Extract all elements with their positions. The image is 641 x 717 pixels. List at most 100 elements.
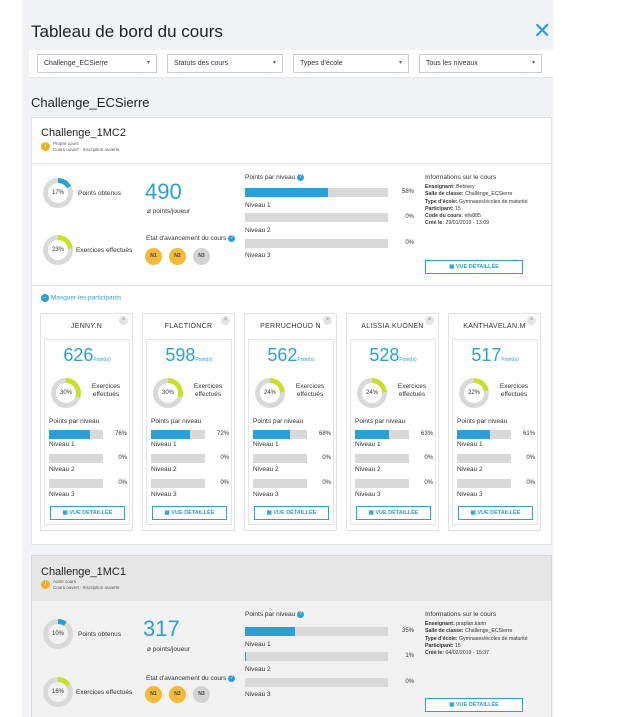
level-bar <box>151 454 205 463</box>
help-icon[interactable]: ? <box>297 174 305 181</box>
level-pct: 0% <box>526 480 535 486</box>
level-pct: 0% <box>405 679 414 685</box>
detail-view-label: VUE DÉTAILLÉE <box>69 510 113 516</box>
status-select[interactable]: Statuts des cours ▾ <box>167 54 283 73</box>
hide-participants-toggle[interactable]: − Masquer les participants <box>41 294 121 302</box>
remove-participant-icon[interactable]: × <box>323 316 332 325</box>
level-bar-fill <box>245 652 247 661</box>
levels-title: Points par niveau <box>49 418 100 425</box>
level-name: Niveau 1 <box>245 641 271 648</box>
level-pct: 0% <box>118 455 127 461</box>
participant-card: FLACTIONCR × 598Point(s) 30% Exercices effec… <box>142 313 235 531</box>
remove-participant-icon[interactable]: × <box>119 316 128 325</box>
participant-points: 517Point(s) <box>453 345 537 366</box>
participant-card: ALISSIA.KUONEN × 528Point(s) 24% Exercices e… <box>346 313 439 531</box>
course-title: Challenge_1MC1 <box>41 566 126 578</box>
minus-circle-icon: − <box>41 294 49 302</box>
level-pct: 1% <box>405 653 414 659</box>
level-pct: 0% <box>322 480 331 486</box>
divider <box>32 285 551 286</box>
info-value: 04/02/2019 - 15:37 <box>445 650 490 657</box>
level-bar <box>245 239 388 248</box>
close-icon[interactable]: ✕ <box>533 20 551 42</box>
avg-points-unit: ø points/joueur <box>147 208 190 215</box>
detail-view-button[interactable]: ▦ VUE DÉTAILLÉE <box>356 506 431 520</box>
exercises-pct: 23% <box>48 240 68 260</box>
detail-view-button[interactable]: ▦ VUE DÉTAILLÉE <box>50 506 125 520</box>
level-pct: 68% <box>318 431 331 437</box>
help-icon[interactable]: ? <box>228 235 236 242</box>
level-bar <box>355 454 409 463</box>
participant-stats: 517Point(s) 22% Exercices effectués Points … <box>452 339 538 525</box>
school-type-select[interactable]: Types d'école ▾ <box>293 54 409 73</box>
levels-title: Points par niveau <box>253 418 304 425</box>
level-name: Niveau 3 <box>253 491 279 498</box>
level-bar <box>151 479 205 488</box>
participant-points: 626Point(s) <box>45 345 129 366</box>
remove-participant-icon[interactable]: × <box>425 316 434 325</box>
level-name: Niveau 3 <box>245 691 271 698</box>
course-card: Challenge_1MC1 i Autre cours Cours ouver… <box>31 555 552 717</box>
info-row: Salle de classe: Challenge_ECSierre <box>425 191 528 198</box>
info-key: Enseignant: <box>425 621 455 627</box>
level-name: Niveau 1 <box>49 441 75 448</box>
info-key: Participant: <box>425 642 454 649</box>
levels-title-text: Points par niveau <box>245 611 296 619</box>
help-icon[interactable]: ? <box>297 611 305 618</box>
info-row: Type d'école: Gymnases/écoles de maturit… <box>425 199 528 206</box>
level-name: Niveau 2 <box>253 466 279 473</box>
level-name: Niveau 3 <box>457 491 483 498</box>
detail-view-button[interactable]: ▦ VUE DÉTAILLÉE <box>425 260 523 274</box>
list-icon: ▦ <box>449 702 455 708</box>
level-bar <box>245 652 388 661</box>
help-icon[interactable]: ? <box>228 675 236 682</box>
exercises-donut: 30% <box>51 378 81 408</box>
exercises-donut: 22% <box>459 378 489 408</box>
level-select[interactable]: Tous les niveaux ▾ <box>419 54 542 73</box>
info-icon: i <box>41 580 50 589</box>
points-pct: 10% <box>48 624 68 644</box>
level-bar <box>355 430 409 439</box>
participant-card: JENNY.N × 626Point(s) 30% Exercices effectué… <box>40 313 133 531</box>
exercises-pct: 24% <box>260 383 280 403</box>
level-circle-3: N3 <box>193 686 210 703</box>
remove-participant-icon[interactable]: × <box>221 316 230 325</box>
page-title: Tableau de bord du cours <box>31 22 223 41</box>
points-unit: Point(s) <box>297 357 315 363</box>
info-value: praplan.karin <box>456 621 487 627</box>
info-list: Enseignant: praplan.karin Salle de class… <box>425 621 528 657</box>
participant-card: KANTHAVELAN.M × 517Point(s) 22% Exercices ef… <box>448 313 541 531</box>
info-row: Enseignant: Bebisey <box>425 184 528 191</box>
participant-points: 562Point(s) <box>249 345 333 366</box>
participant-points: 598Point(s) <box>147 345 231 366</box>
participant-name: FLACTIONCR <box>164 323 213 330</box>
course-status: Cours ouvert - Inscription ouverte <box>53 147 120 152</box>
level-pct: 35% <box>401 628 414 634</box>
level-bar <box>245 188 388 197</box>
detail-view-button[interactable]: ▦ VUE DÉTAILLÉE <box>254 506 329 520</box>
avg-points: 490 <box>145 179 182 204</box>
info-row: Salle de classe: Challenge_ECSierre <box>425 628 528 635</box>
info-key: Créé le: <box>425 650 445 657</box>
level-name: Niveau 1 <box>355 441 381 448</box>
level-circle-3: N3 <box>193 248 210 265</box>
course-select[interactable]: Challenge_ECSierre ▾ <box>37 54 157 73</box>
detail-view-button[interactable]: ▦ VUE DÉTAILLÉE <box>425 698 523 712</box>
participant-name: ALISSIA.KUONEN <box>361 323 424 330</box>
course-title: Challenge_1MC2 <box>41 127 126 139</box>
points-value: 562 <box>267 345 298 365</box>
exercises-donut: 24% <box>255 378 285 408</box>
detail-view-button[interactable]: ▦ VUE DÉTAILLÉE <box>152 506 227 520</box>
level-pct: 63% <box>420 431 433 437</box>
info-row: Code du cours: ellv885 <box>425 213 528 220</box>
info-title: Informations sur le cours <box>425 174 497 181</box>
detail-view-button[interactable]: ▦ VUE DÉTAILLÉE <box>458 506 533 520</box>
list-icon: ▦ <box>449 264 455 270</box>
info-value: Challenge_ECSierre <box>465 191 513 198</box>
filter-bar: Challenge_ECSierre ▾ Statuts des cours ▾ T… <box>29 50 553 78</box>
exercises-donut: 16% <box>43 677 73 707</box>
school-type-select-value: Types d'école <box>300 60 343 67</box>
level-pct: 0% <box>424 480 433 486</box>
level-pct: 58% <box>401 189 414 195</box>
remove-participant-icon[interactable]: × <box>527 316 536 325</box>
